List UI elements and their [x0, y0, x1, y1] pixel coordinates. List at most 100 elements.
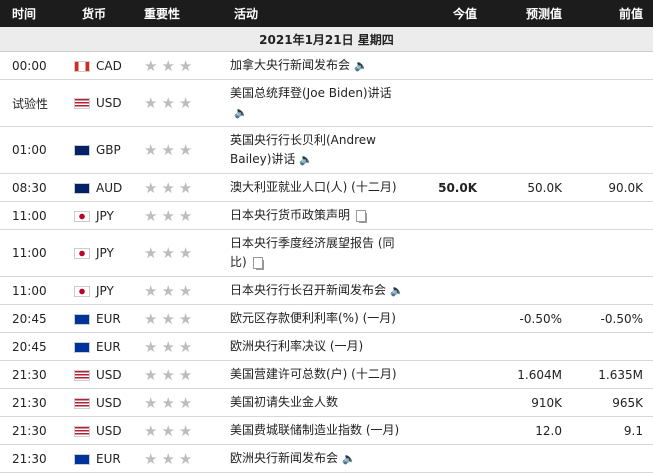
row-event[interactable]: 欧洲央行新闻发布会 🔈: [222, 444, 412, 473]
row-currency: JPY: [70, 201, 132, 230]
row-previous: -0.50%: [572, 304, 653, 333]
event-name[interactable]: 美国费城联储制造业指数 (一月): [230, 423, 399, 437]
row-forecast: [487, 332, 572, 361]
row-forecast: -0.50%: [487, 304, 572, 333]
row-event[interactable]: 美国总统拜登(Joe Biden)讲话 🔈: [222, 79, 412, 127]
row-time: 20:45: [0, 332, 70, 361]
row-time: 21:30: [0, 444, 70, 473]
header-row: 时间 货币 重要性 活动 今值 预测值 前值: [0, 0, 653, 27]
date-label: 2021年1月21日 星期四: [0, 27, 653, 52]
importance-stars: ★★★: [132, 229, 222, 277]
header-event[interactable]: 活动: [222, 0, 412, 27]
table-row[interactable]: 21:30 USD ★★★ 美国费城联储制造业指数 (一月) 12.0 9.1: [0, 416, 653, 445]
economic-calendar-table: 时间 货币 重要性 活动 今值 预测值 前值 2021年1月21日 星期四 00…: [0, 0, 653, 473]
header-currency[interactable]: 货币: [70, 0, 132, 27]
currency-code: GBP: [96, 143, 121, 157]
speaker-icon[interactable]: 🔈: [342, 452, 356, 465]
row-event[interactable]: 日本央行季度经济展望报告 (同比): [222, 229, 412, 277]
event-name[interactable]: 澳大利亚就业人口(人) (十二月): [230, 180, 397, 194]
importance-stars: ★★★: [132, 304, 222, 333]
row-currency: JPY: [70, 276, 132, 305]
row-event[interactable]: 美国营建许可总数(户) (十二月): [222, 360, 412, 389]
table-row[interactable]: 08:30 AUD ★★★ 澳大利亚就业人口(人) (十二月) 50.0K 50.0K 90…: [0, 173, 653, 202]
speaker-icon[interactable]: 🔈: [234, 106, 248, 119]
row-time: 11:00: [0, 276, 70, 305]
row-currency: AUD: [70, 173, 132, 202]
event-name[interactable]: 加拿大央行新闻发布会: [230, 58, 350, 72]
currency-code: USD: [96, 367, 122, 382]
row-currency: GBP: [70, 126, 132, 174]
row-event[interactable]: 日本央行行长召开新闻发布会 🔈: [222, 276, 412, 305]
flag-eu-icon: [74, 341, 90, 353]
event-name[interactable]: 美国初请失业金人数: [230, 395, 338, 409]
row-time: 08:30: [0, 173, 70, 202]
row-actual: [412, 388, 487, 417]
row-event[interactable]: 欧元区存款便利利率(%) (一月): [222, 304, 412, 333]
row-actual: [412, 276, 487, 305]
currency-code: CAD: [96, 58, 122, 73]
header-previous[interactable]: 前值: [572, 0, 653, 27]
header-forecast[interactable]: 预测值: [487, 0, 572, 27]
date-row: 2021年1月21日 星期四: [0, 27, 653, 52]
row-currency: CAD: [70, 51, 132, 80]
row-event[interactable]: 英国央行行长贝利(Andrew Bailey)讲话 🔈: [222, 126, 412, 174]
event-name[interactable]: 欧元区存款便利利率(%) (一月): [230, 311, 396, 325]
flag-ca-icon: [74, 60, 90, 72]
row-forecast: 1.604M: [487, 360, 572, 389]
speaker-icon[interactable]: 🔈: [299, 153, 313, 166]
header-importance[interactable]: 重要性: [132, 0, 222, 27]
event-name[interactable]: 美国营建许可总数(户) (十二月): [230, 367, 397, 381]
table-row[interactable]: 21:30 USD ★★★ 美国营建许可总数(户) (十二月) 1.604M 1.635M: [0, 360, 653, 389]
row-currency: EUR: [70, 304, 132, 333]
table-row[interactable]: 11:00 JPY ★★★ 日本央行季度经济展望报告 (同比): [0, 229, 653, 277]
row-event[interactable]: 加拿大央行新闻发布会 🔈: [222, 51, 412, 80]
currency-code: USD: [96, 423, 122, 438]
row-currency: USD: [70, 416, 132, 445]
table-row[interactable]: 01:00 GBP ★★★ 英国央行行长贝利(Andrew Bailey)讲话 🔈: [0, 126, 653, 174]
row-previous: [572, 79, 653, 127]
table-row[interactable]: 11:00 JPY ★★★ 日本央行货币政策声明: [0, 201, 653, 230]
row-currency: USD: [70, 360, 132, 389]
row-event[interactable]: 美国初请失业金人数: [222, 388, 412, 417]
currency-code: EUR: [96, 451, 121, 466]
flag-gb-icon: [74, 145, 90, 156]
row-previous: [572, 332, 653, 361]
row-forecast: [487, 276, 572, 305]
table-row[interactable]: 20:45 EUR ★★★ 欧洲央行利率决议 (一月): [0, 332, 653, 361]
row-time: 21:30: [0, 416, 70, 445]
row-actual: [412, 51, 487, 80]
document-icon[interactable]: [356, 209, 367, 222]
header-actual[interactable]: 今值: [412, 0, 487, 27]
row-actual: [412, 304, 487, 333]
currency-code: EUR: [96, 339, 121, 354]
row-actual: [412, 126, 487, 174]
table-row[interactable]: 试验性 USD ★★★ 美国总统拜登(Joe Biden)讲话 🔈: [0, 79, 653, 127]
event-name[interactable]: 美国总统拜登(Joe Biden)讲话: [230, 86, 392, 100]
currency-code: AUD: [96, 180, 123, 195]
document-icon[interactable]: [252, 256, 263, 269]
row-currency: EUR: [70, 332, 132, 361]
table-row[interactable]: 11:00 JPY ★★★ 日本央行行长召开新闻发布会 🔈: [0, 276, 653, 305]
table-row[interactable]: 21:30 USD ★★★ 美国初请失业金人数 910K 965K: [0, 388, 653, 417]
row-event[interactable]: 日本央行货币政策声明: [222, 201, 412, 230]
table-row[interactable]: 20:45 EUR ★★★ 欧元区存款便利利率(%) (一月) -0.50% -0.50%: [0, 304, 653, 333]
importance-stars: ★★★: [132, 173, 222, 202]
flag-jp-icon: [74, 210, 90, 222]
table-row[interactable]: 21:30 EUR ★★★ 欧洲央行新闻发布会 🔈: [0, 444, 653, 473]
row-forecast: [487, 51, 572, 80]
row-previous: 9.1: [572, 416, 653, 445]
table-row[interactable]: 00:00 CAD ★★★ 加拿大央行新闻发布会 🔈: [0, 51, 653, 80]
importance-stars: ★★★: [132, 126, 222, 174]
event-name[interactable]: 欧洲央行新闻发布会: [230, 451, 338, 465]
event-name[interactable]: 日本央行货币政策声明: [230, 208, 350, 222]
event-name[interactable]: 欧洲央行利率决议 (一月): [230, 339, 363, 353]
row-event[interactable]: 美国费城联储制造业指数 (一月): [222, 416, 412, 445]
row-event[interactable]: 欧洲央行利率决议 (一月): [222, 332, 412, 361]
event-name[interactable]: 日本央行行长召开新闻发布会: [230, 283, 386, 297]
speaker-icon[interactable]: 🔈: [354, 59, 368, 72]
row-event[interactable]: 澳大利亚就业人口(人) (十二月): [222, 173, 412, 202]
header-time[interactable]: 时间: [0, 0, 70, 27]
importance-stars: ★★★: [132, 444, 222, 473]
speaker-icon[interactable]: 🔈: [390, 284, 404, 297]
row-forecast: [487, 79, 572, 127]
